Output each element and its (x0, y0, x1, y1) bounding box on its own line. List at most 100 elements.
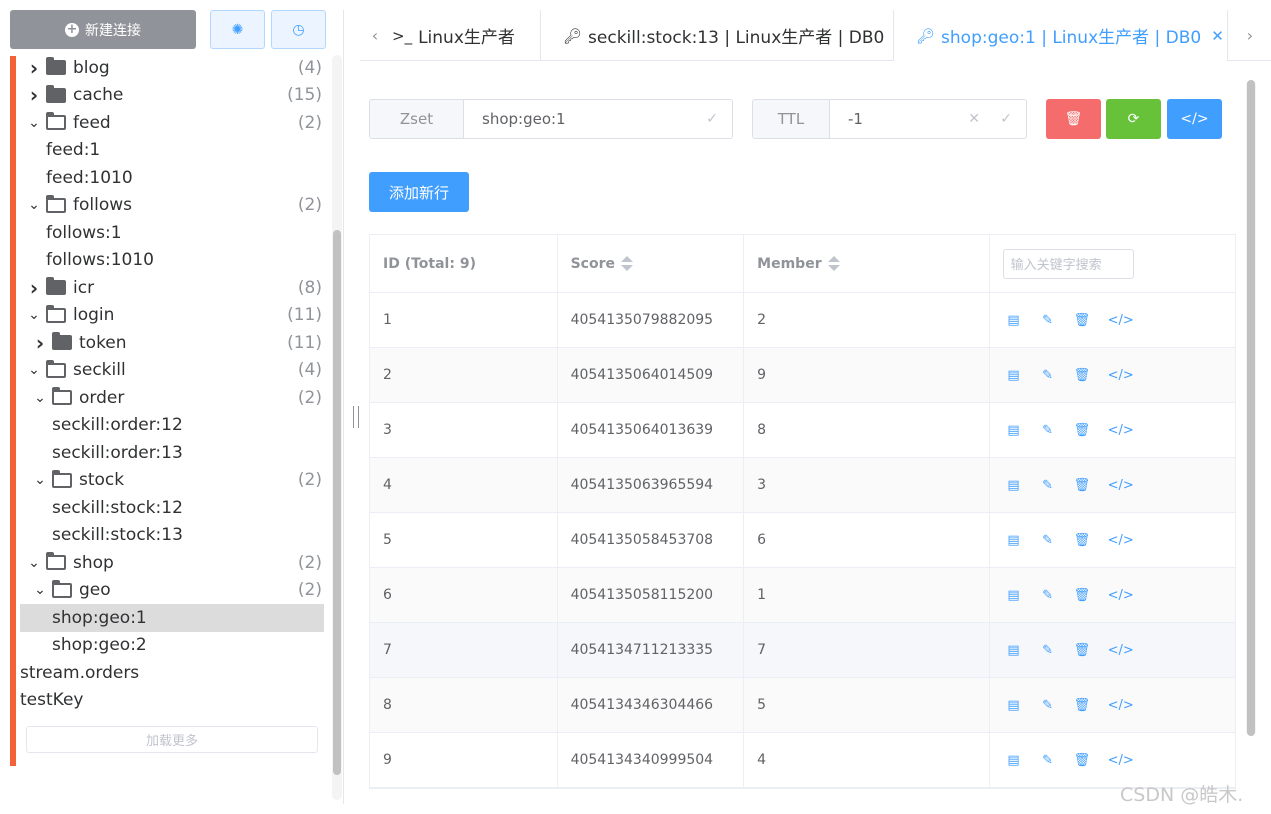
tab-shop-geo[interactable]: 🔑︎ shop:geo:1 | Linux生产者 | DB0 ✕ (894, 10, 1228, 61)
edit-icon[interactable]: ✎ (1040, 533, 1056, 548)
chevron-down-icon[interactable]: ⌄ (32, 472, 48, 488)
sort-icon[interactable] (827, 256, 840, 271)
main-scrollbar[interactable] (1246, 80, 1256, 736)
sidebar-scrollbar[interactable] (332, 55, 342, 800)
copy-icon[interactable]: ▤ (1006, 643, 1022, 658)
tree-folder[interactable]: ⌄ follows (2) (20, 192, 324, 220)
tree-key[interactable]: shop:geo:2 (20, 632, 324, 660)
tree-key[interactable]: shop:geo:1 (20, 604, 324, 632)
close-tab-icon[interactable]: ✕ (1211, 27, 1224, 45)
add-row-button[interactable]: 添加新行 (369, 172, 469, 212)
confirm-icon[interactable]: ✓ (1000, 111, 1012, 127)
tree-key[interactable]: seckill:stock:13 (20, 522, 324, 550)
chevron-right-icon[interactable]: › (32, 331, 48, 355)
tree-key[interactable]: seckill:stock:12 (20, 494, 324, 522)
tree-key[interactable]: testKey (20, 687, 324, 715)
tree-key[interactable]: stream.orders (20, 659, 324, 687)
code-view-button[interactable]: </> (1167, 99, 1222, 139)
code-icon[interactable]: </> (1108, 753, 1134, 768)
copy-icon[interactable]: ▤ (1006, 533, 1022, 548)
load-more-button[interactable]: 加载更多 (26, 726, 318, 753)
tree-folder[interactable]: ⌄ shop (2) (20, 549, 324, 577)
sidebar-scrollbar-thumb[interactable] (333, 230, 341, 775)
tab-seckill-stock[interactable]: 🔑︎ seckill:stock:13 | Linux生产者 | DB0 (541, 10, 894, 61)
tree-folder[interactable]: › token (11) (20, 329, 324, 357)
tab-linux[interactable]: >_ Linux生产者 (386, 10, 541, 61)
main-scrollbar-thumb[interactable] (1247, 80, 1255, 736)
col-score-header[interactable]: Score (558, 235, 745, 292)
chevron-down-icon[interactable]: ⌄ (26, 197, 42, 213)
refresh-button[interactable]: ⟳ (1106, 99, 1161, 139)
edit-icon[interactable]: ✎ (1040, 753, 1056, 768)
chevron-down-icon[interactable]: ⌄ (26, 115, 42, 131)
tab-scroll-left-icon[interactable]: ‹ (365, 10, 385, 61)
resize-handle[interactable] (353, 406, 359, 428)
tree-folder[interactable]: ⌄ seckill (4) (20, 357, 324, 385)
delete-icon[interactable]: 🗑︎ (1074, 368, 1091, 383)
settings-button[interactable]: ✺ (210, 10, 265, 49)
copy-icon[interactable]: ▤ (1006, 478, 1022, 493)
new-connection-button[interactable]: + 新建连接 (10, 10, 196, 49)
edit-icon[interactable]: ✎ (1040, 698, 1056, 713)
code-icon[interactable]: </> (1108, 643, 1134, 658)
edit-icon[interactable]: ✎ (1040, 643, 1056, 658)
tree-key[interactable]: seckill:order:12 (20, 412, 324, 440)
tree-folder[interactable]: ⌄ geo (2) (20, 577, 324, 605)
chevron-right-icon[interactable]: › (26, 276, 42, 300)
code-icon[interactable]: </> (1108, 698, 1134, 713)
edit-icon[interactable]: ✎ (1040, 588, 1056, 603)
tree-folder[interactable]: ⌄ order (2) (20, 384, 324, 412)
code-icon[interactable]: </> (1108, 368, 1134, 383)
delete-icon[interactable]: 🗑︎ (1074, 643, 1091, 658)
tree-key[interactable]: follows:1 (20, 219, 324, 247)
copy-icon[interactable]: ▤ (1006, 698, 1022, 713)
chevron-down-icon[interactable]: ⌄ (32, 390, 48, 406)
delete-icon[interactable]: 🗑︎ (1074, 533, 1091, 548)
copy-icon[interactable]: ▤ (1006, 588, 1022, 603)
col-member-header[interactable]: Member (744, 235, 990, 292)
code-icon[interactable]: </> (1108, 478, 1134, 493)
tree-folder[interactable]: › cache (15) (20, 82, 324, 110)
chevron-down-icon[interactable]: ⌄ (26, 362, 42, 378)
chevron-down-icon[interactable]: ⌄ (26, 307, 42, 323)
chevron-right-icon[interactable]: › (26, 56, 42, 80)
chevron-down-icon[interactable]: ⌄ (32, 582, 48, 598)
code-icon[interactable]: </> (1108, 423, 1134, 438)
tree-key[interactable]: feed:1010 (20, 164, 324, 192)
clear-icon[interactable]: ✕ (968, 111, 980, 127)
copy-icon[interactable]: ▤ (1006, 313, 1022, 328)
tree-folder[interactable]: › icr (8) (20, 274, 324, 302)
delete-icon[interactable]: 🗑︎ (1074, 423, 1091, 438)
delete-icon[interactable]: 🗑︎ (1074, 313, 1091, 328)
tree-folder[interactable]: ⌄ login (11) (20, 302, 324, 330)
code-icon[interactable]: </> (1108, 313, 1134, 328)
delete-icon[interactable]: 🗑︎ (1074, 698, 1091, 713)
tree-folder[interactable]: ⌄ stock (2) (20, 467, 324, 495)
chevron-right-icon[interactable]: › (26, 83, 42, 107)
chevron-down-icon[interactable]: ⌄ (26, 555, 42, 571)
tree-folder[interactable]: › blog (4) (20, 54, 324, 82)
delete-icon[interactable]: 🗑︎ (1074, 588, 1091, 603)
edit-icon[interactable]: ✎ (1040, 368, 1056, 383)
edit-icon[interactable]: ✎ (1040, 478, 1056, 493)
table-search-input[interactable]: 输入关键字搜索 (1002, 248, 1134, 279)
sort-icon[interactable] (620, 256, 633, 271)
delete-icon[interactable]: 🗑︎ (1074, 478, 1091, 493)
tree-folder[interactable]: ⌄ feed (2) (20, 109, 324, 137)
tree-key[interactable]: feed:1 (20, 137, 324, 165)
delete-icon[interactable]: 🗑︎ (1074, 753, 1091, 768)
code-icon[interactable]: </> (1108, 588, 1134, 603)
confirm-icon[interactable]: ✓ (706, 111, 718, 127)
history-button[interactable]: ◷ (271, 10, 326, 49)
key-name-input[interactable]: shop:geo:1 ✓ (464, 100, 732, 138)
copy-icon[interactable]: ▤ (1006, 423, 1022, 438)
code-icon[interactable]: </> (1108, 533, 1134, 548)
tree-key[interactable]: follows:1010 (20, 247, 324, 275)
edit-icon[interactable]: ✎ (1040, 423, 1056, 438)
tab-scroll-right-icon[interactable]: › (1240, 10, 1260, 61)
tree-key[interactable]: seckill:order:13 (20, 439, 324, 467)
copy-icon[interactable]: ▤ (1006, 753, 1022, 768)
ttl-input[interactable]: -1 ✕ ✓ (830, 100, 1026, 138)
delete-key-button[interactable]: 🗑︎ (1046, 99, 1101, 139)
edit-icon[interactable]: ✎ (1040, 313, 1056, 328)
